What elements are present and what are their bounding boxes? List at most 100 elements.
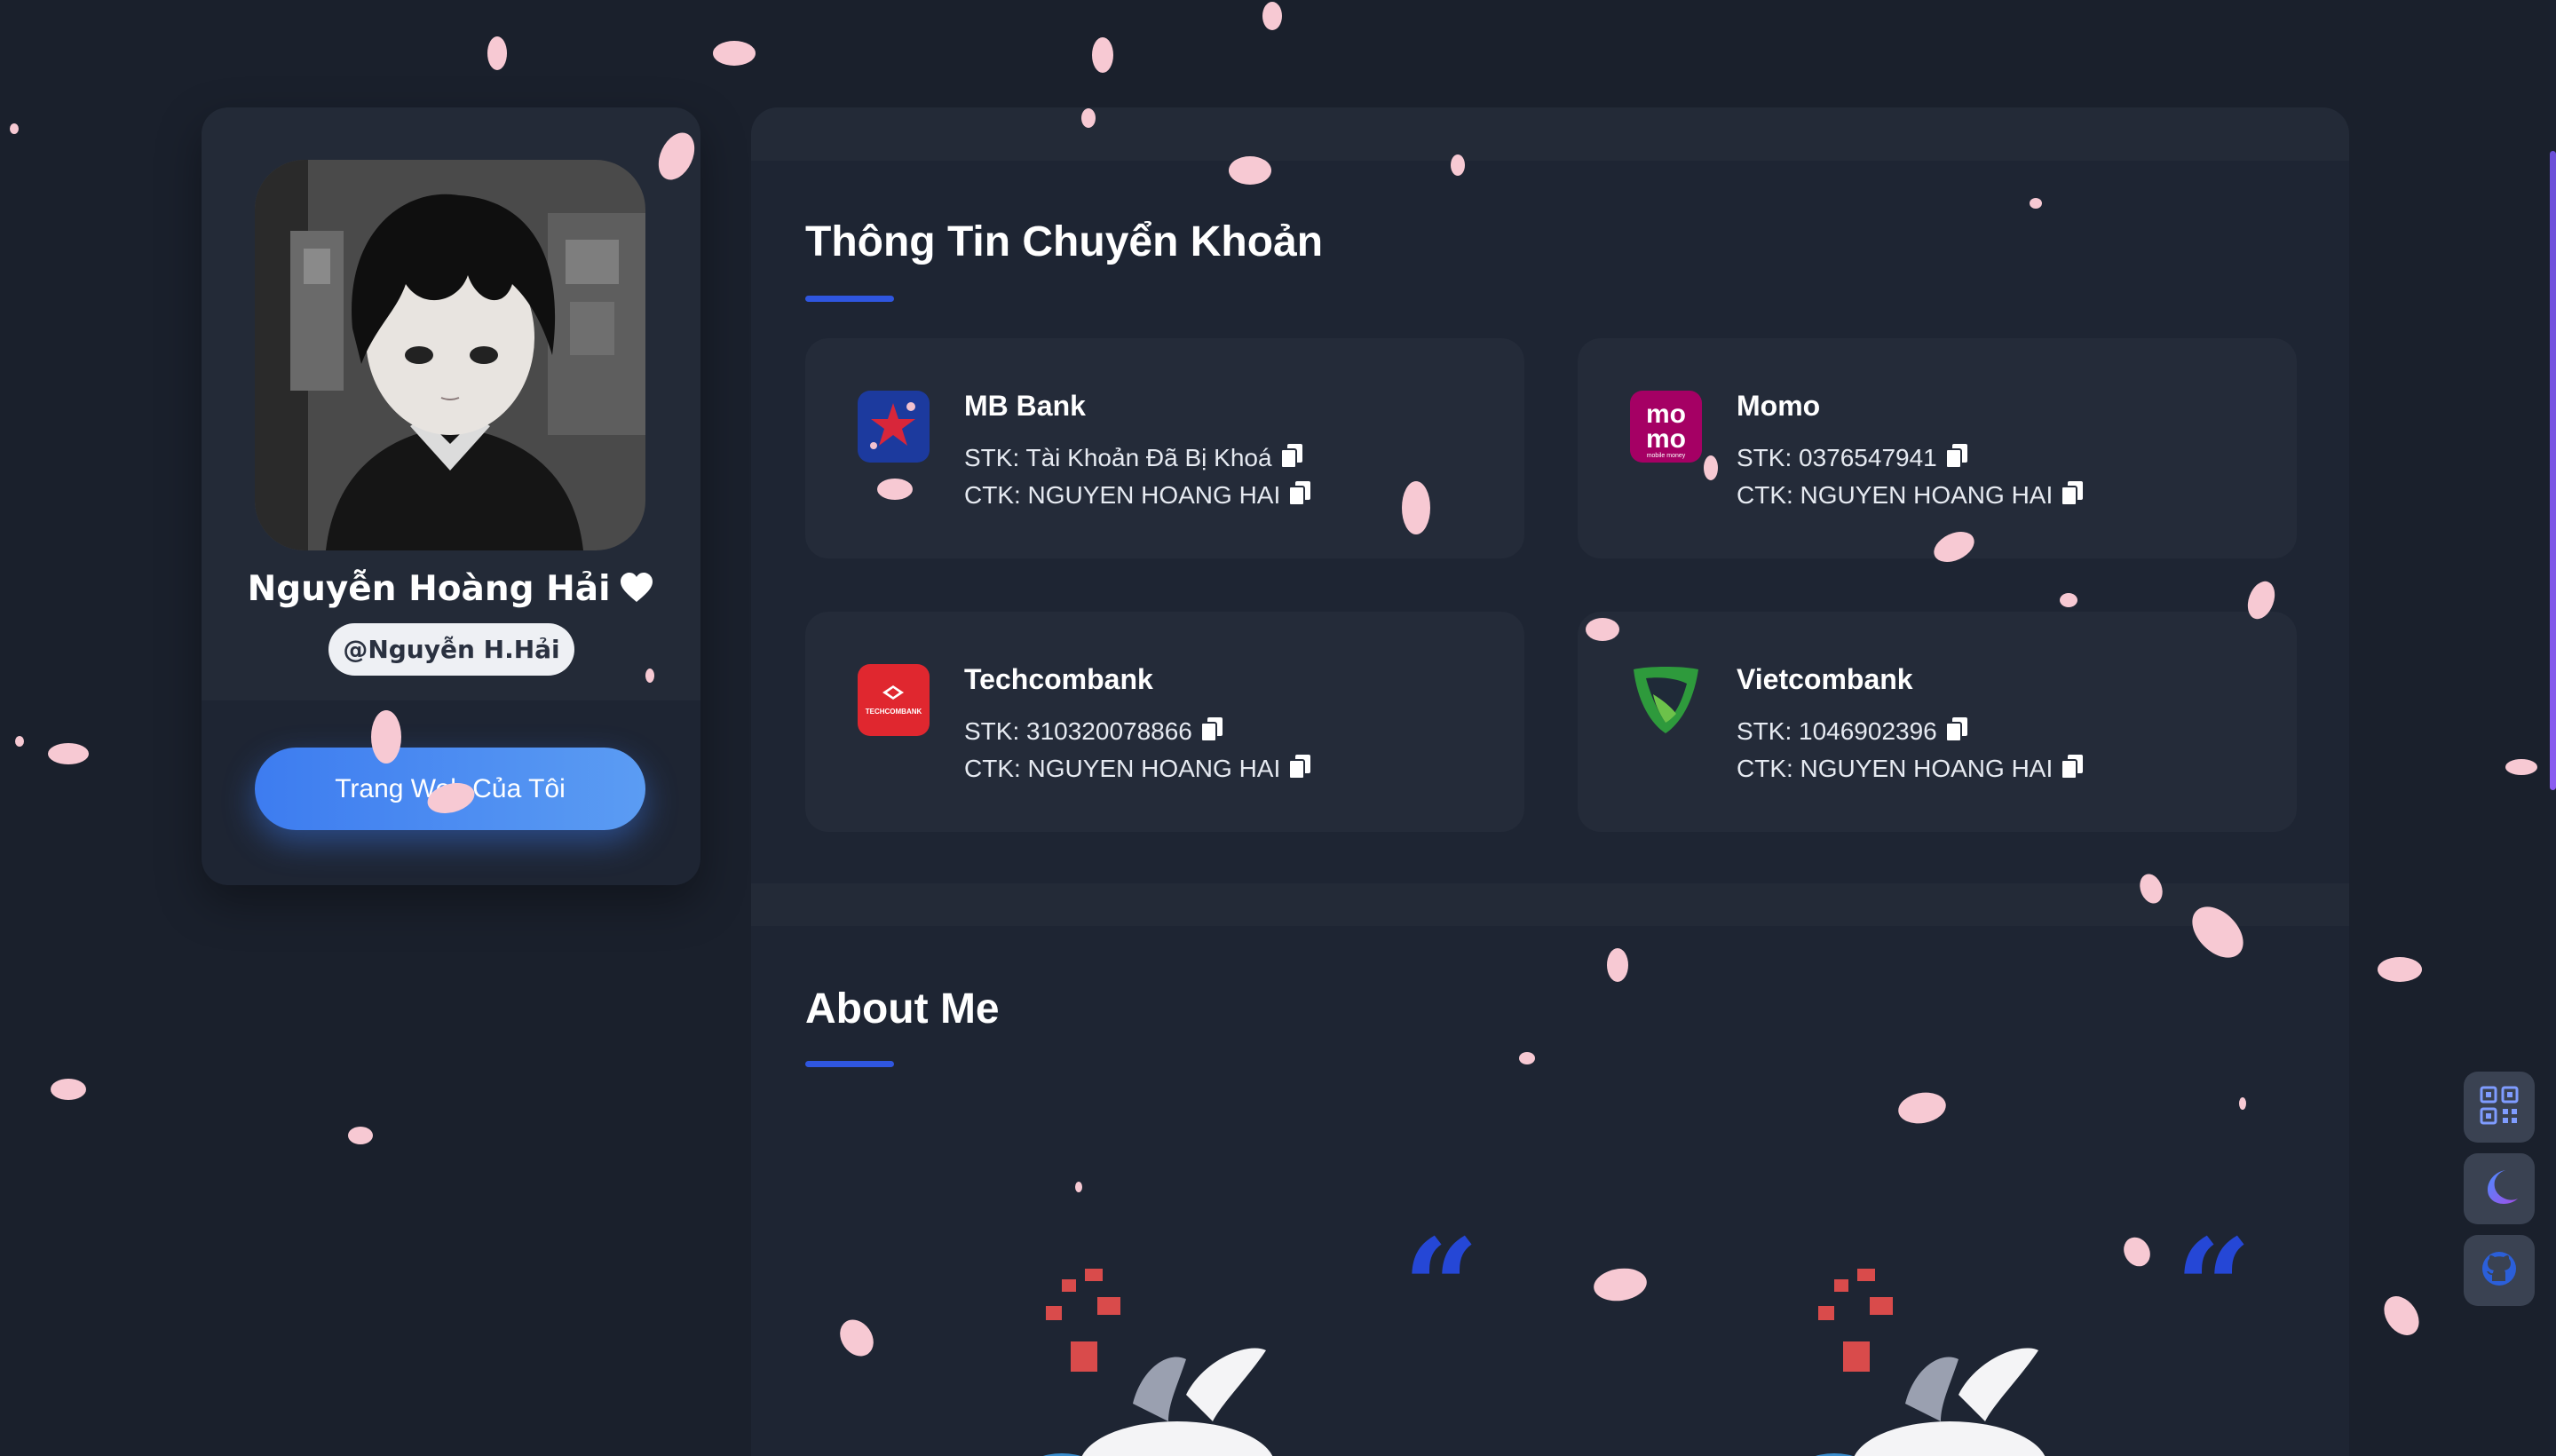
title-underline bbox=[805, 296, 894, 302]
sakura-petal-icon bbox=[1704, 455, 1718, 480]
github-icon bbox=[2479, 1248, 2520, 1294]
section-divider bbox=[751, 883, 2349, 926]
copy-icon[interactable] bbox=[2060, 480, 2085, 513]
sakura-petal-icon bbox=[51, 1079, 86, 1100]
section-divider bbox=[751, 107, 2349, 161]
account-number: STK: 1046902396 bbox=[1737, 717, 1937, 745]
sakura-petal-icon bbox=[2384, 1296, 2419, 1335]
sakura-petal-icon bbox=[1451, 154, 1465, 176]
account-holder: CTK: NGUYEN HOANG HAI bbox=[964, 755, 1281, 782]
sakura-petal-icon bbox=[1519, 1052, 1535, 1064]
qr-code-button[interactable] bbox=[2464, 1072, 2535, 1143]
copy-icon[interactable] bbox=[1279, 443, 1304, 476]
sakura-petal-icon bbox=[1934, 532, 1974, 562]
bank-name: Momo bbox=[1737, 390, 1821, 422]
account-holder: CTK: NGUYEN HOANG HAI bbox=[1737, 481, 2054, 509]
account-holder: CTK: NGUYEN HOANG HAI bbox=[1737, 755, 2054, 782]
sakura-petal-icon bbox=[348, 1127, 373, 1144]
account-number-row: STK: 310320078866 bbox=[964, 716, 1224, 749]
sakura-petal-icon bbox=[840, 1319, 874, 1357]
sakura-petal-icon bbox=[1607, 948, 1628, 982]
transfer-section-title: Thông Tin Chuyển Khoản bbox=[805, 218, 1324, 265]
bunny-sticker bbox=[1808, 1262, 2074, 1456]
account-number: STK: 0376547941 bbox=[1737, 444, 1937, 471]
bunny-sticker bbox=[1035, 1262, 1302, 1456]
about-section-title: About Me bbox=[805, 985, 1000, 1033]
sakura-petal-icon bbox=[427, 783, 475, 813]
momo-logo-text-2: mo bbox=[1646, 424, 1686, 454]
sakura-petal-icon bbox=[48, 743, 89, 764]
sakura-petal-icon bbox=[1092, 37, 1113, 73]
sakura-petal-icon bbox=[2239, 1097, 2246, 1110]
account-number: STK: 310320078866 bbox=[964, 717, 1192, 745]
profile-card: Nguyễn Hoàng Hải @Nguyễn H.Hải Trang Web… bbox=[202, 107, 700, 885]
sakura-petal-icon bbox=[1229, 156, 1271, 185]
bank-card-vietcombank: Vietcombank STK: 1046902396 CTK: NGUYEN … bbox=[1578, 612, 2297, 832]
sakura-petal-icon bbox=[1262, 2, 1282, 30]
momo-logo-icon: mo mo mobile money bbox=[1630, 391, 1702, 463]
sakura-petal-icon bbox=[2124, 1237, 2150, 1267]
sakura-petal-icon bbox=[2030, 198, 2042, 209]
scrollbar[interactable] bbox=[2550, 0, 2556, 1456]
account-holder-row: CTK: NGUYEN HOANG HAI bbox=[964, 480, 1312, 513]
account-number-row: STK: Tài Khoản Đã Bị Khoá bbox=[964, 443, 1304, 476]
profile-name: Nguyễn Hoàng Hải bbox=[202, 569, 700, 613]
bank-card-techcombank: TECHCOMBANK Techcombank STK: 31032007886… bbox=[805, 612, 1524, 832]
page: Nguyễn Hoàng Hải @Nguyễn H.Hải Trang Web… bbox=[0, 0, 2556, 1456]
sakura-petal-icon bbox=[1081, 108, 1096, 128]
copy-icon[interactable] bbox=[1287, 754, 1312, 787]
sakura-petal-icon bbox=[1594, 1268, 1647, 1302]
techcombank-logo-text: TECHCOMBANK bbox=[866, 708, 922, 716]
main-panel: Thông Tin Chuyển Khoản MB Bank STK: Tài … bbox=[751, 107, 2349, 1456]
sakura-petal-icon bbox=[2140, 874, 2163, 904]
sakura-petal-icon bbox=[2192, 906, 2243, 958]
sakura-petal-icon bbox=[877, 479, 913, 500]
quote-mark-icon: “ bbox=[2175, 1210, 2252, 1366]
avatar bbox=[255, 160, 645, 550]
momo-logo-subtext: mobile money bbox=[1647, 453, 1686, 459]
vietcombank-logo-icon bbox=[1630, 664, 1702, 736]
sakura-petal-icon bbox=[645, 669, 654, 683]
copy-icon[interactable] bbox=[1944, 716, 1969, 749]
github-button[interactable] bbox=[2464, 1235, 2535, 1306]
techcombank-logo-icon: TECHCOMBANK bbox=[858, 664, 930, 736]
account-holder-row: CTK: NGUYEN HOANG HAI bbox=[964, 754, 1312, 787]
account-holder-row: CTK: NGUYEN HOANG HAI bbox=[1737, 754, 2085, 787]
bank-name: MB Bank bbox=[964, 390, 1086, 422]
account-holder-row: CTK: NGUYEN HOANG HAI bbox=[1737, 480, 2085, 513]
sakura-petal-icon bbox=[713, 41, 756, 66]
copy-icon[interactable] bbox=[1287, 480, 1312, 513]
copy-icon[interactable] bbox=[2060, 754, 2085, 787]
sakura-petal-icon bbox=[2378, 957, 2422, 982]
sakura-petal-icon bbox=[487, 36, 507, 70]
moon-icon bbox=[2479, 1167, 2520, 1212]
sakura-petal-icon bbox=[2247, 581, 2275, 620]
sakura-petal-icon bbox=[371, 710, 401, 764]
sakura-petal-icon bbox=[15, 736, 24, 747]
sakura-petal-icon bbox=[2505, 759, 2537, 775]
copy-icon[interactable] bbox=[1199, 716, 1224, 749]
scrollbar-thumb[interactable] bbox=[2550, 151, 2556, 790]
sakura-petal-icon bbox=[1402, 481, 1430, 534]
sakura-petal-icon bbox=[1898, 1092, 1946, 1124]
sakura-petal-icon bbox=[1075, 1182, 1082, 1192]
sakura-petal-icon bbox=[10, 123, 19, 134]
profile-name-text: Nguyễn Hoàng Hải bbox=[247, 569, 611, 609]
account-number-row: STK: 0376547941 bbox=[1737, 443, 1969, 476]
account-number-row: STK: 1046902396 bbox=[1737, 716, 1969, 749]
qr-code-icon bbox=[2479, 1085, 2520, 1130]
account-holder: CTK: NGUYEN HOANG HAI bbox=[964, 481, 1281, 509]
quote-mark-icon: “ bbox=[1403, 1210, 1480, 1366]
heart-icon bbox=[619, 572, 654, 613]
profile-handle-badge: @Nguyễn H.Hải bbox=[328, 623, 574, 676]
bank-name: Techcombank bbox=[964, 663, 1153, 695]
mbbank-logo-icon bbox=[858, 391, 930, 463]
theme-toggle-button[interactable] bbox=[2464, 1153, 2535, 1224]
sakura-petal-icon bbox=[658, 132, 695, 180]
copy-icon[interactable] bbox=[1944, 443, 1969, 476]
account-number: STK: Tài Khoản Đã Bị Khoá bbox=[964, 444, 1272, 471]
title-underline bbox=[805, 1061, 894, 1067]
bank-name: Vietcombank bbox=[1737, 663, 1913, 695]
sakura-petal-icon bbox=[2060, 593, 2077, 607]
sakura-petal-icon bbox=[1586, 618, 1619, 641]
